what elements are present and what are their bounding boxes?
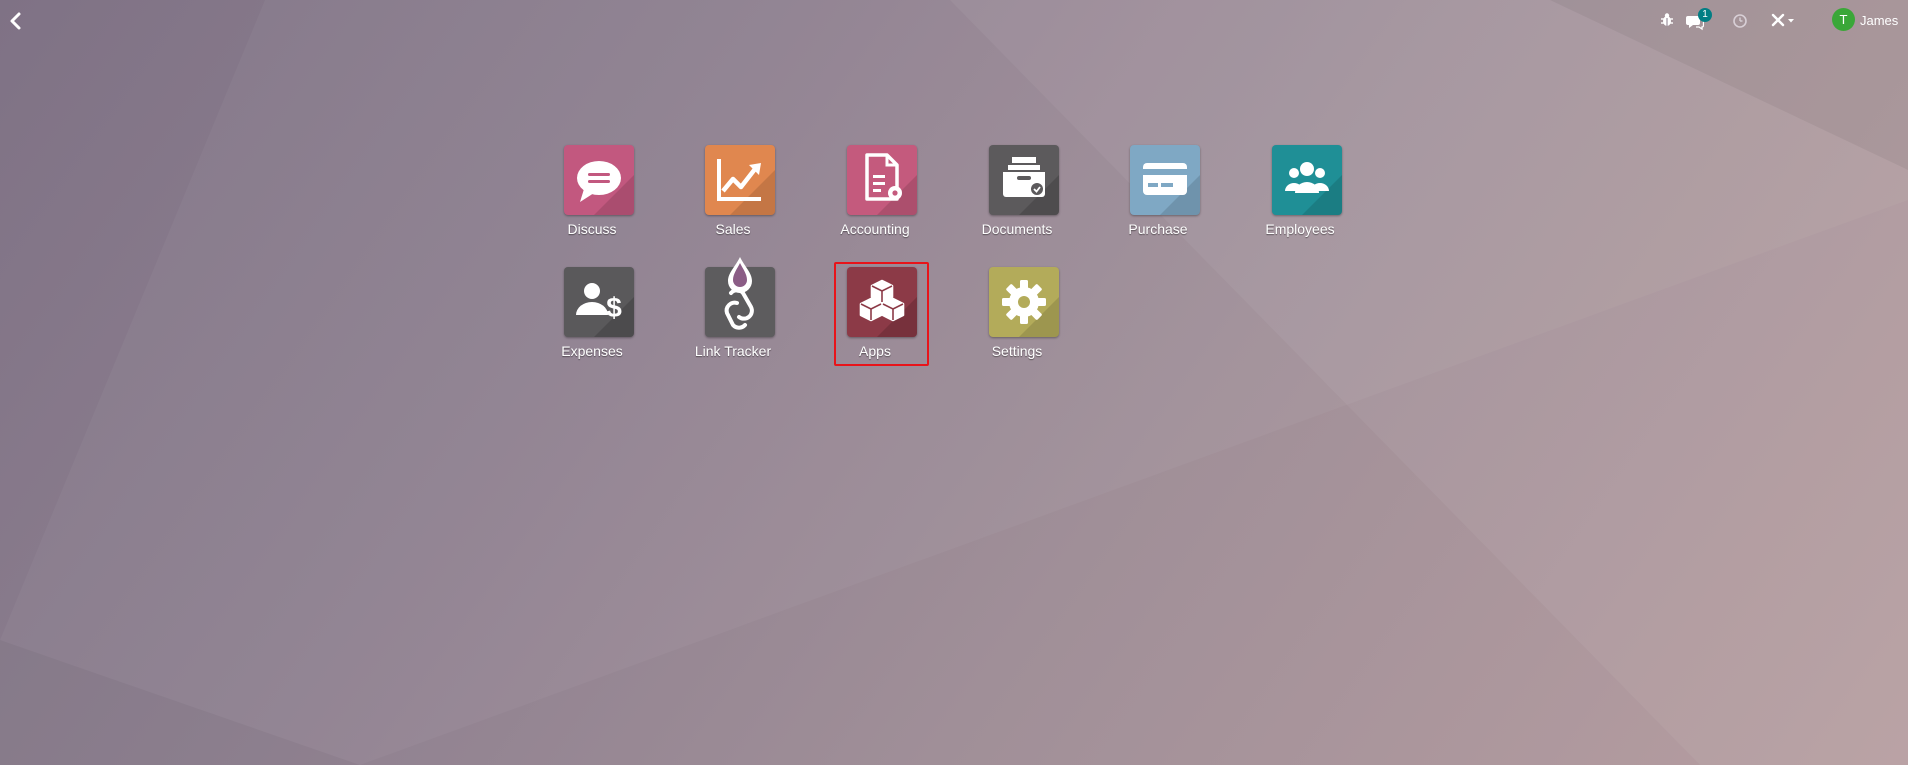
debug-menu[interactable] [1659,11,1675,31]
tools-icon [1771,13,1794,27]
top-navbar: 1 T James [0,0,1908,42]
chevron-left-icon [10,12,21,30]
invoice-gear-icon [865,153,917,215]
app-accounting[interactable]: Accounting [810,145,940,245]
background-facets [0,0,1908,765]
app-label: Discuss [567,221,617,237]
app-employees[interactable]: Employees [1235,145,1365,245]
purchase-app-icon [1130,145,1200,215]
clock-icon [1733,14,1747,28]
avatar: T [1832,8,1855,31]
documents-app-icon [989,145,1059,215]
app-label: Sales [715,221,751,237]
app-documents[interactable]: Documents [952,145,1082,245]
svg-text:$: $ [606,292,622,323]
app-sales[interactable]: Sales [668,145,798,245]
app-label: Documents [981,221,1053,237]
app-label: Employees [1265,221,1335,237]
app-settings[interactable]: Settings [952,267,1082,367]
user-dollar-icon: $ [576,283,634,337]
gear-icon [1002,280,1059,337]
people-icon [1285,162,1342,215]
inbox-tray-icon [1003,157,1059,215]
tools-menu[interactable] [1770,11,1798,31]
back-button[interactable] [7,10,25,32]
drop-link-icon [724,257,754,330]
user-name: James [1860,13,1899,28]
app-discuss[interactable]: Discuss [527,145,657,245]
sales-app-icon [705,145,775,215]
app-label: Apps [859,343,891,359]
discuss-app-icon [564,145,634,215]
app-label: Expenses [561,343,623,359]
app-label: Purchase [1128,221,1188,237]
settings-app-icon [989,267,1059,337]
expenses-app-icon: $ [564,267,634,337]
credit-card-icon [1143,163,1200,215]
chat-bubble-icon [577,161,634,215]
messaging-menu[interactable]: 1 [1686,8,1712,31]
user-menu[interactable]: T James [1832,8,1899,34]
app-purchase[interactable]: Purchase [1093,145,1223,245]
app-label: Link Tracker [694,343,772,359]
activity-menu[interactable] [1732,11,1748,31]
employees-app-icon [1272,145,1342,215]
link-tracker-app-icon [705,257,775,337]
apps-app-icon [847,267,917,337]
app-expenses[interactable]: $ Expenses [527,267,657,367]
app-label: Accounting [840,221,910,237]
cubes-icon [859,279,917,337]
trend-chart-icon [717,159,775,215]
app-apps[interactable]: Apps [810,267,940,367]
accounting-app-icon [847,145,917,215]
app-label: Settings [991,343,1043,359]
messaging-counter-badge: 1 [1698,8,1712,22]
bug-icon [1661,13,1673,26]
app-link-tracker[interactable]: Link Tracker [668,257,798,367]
